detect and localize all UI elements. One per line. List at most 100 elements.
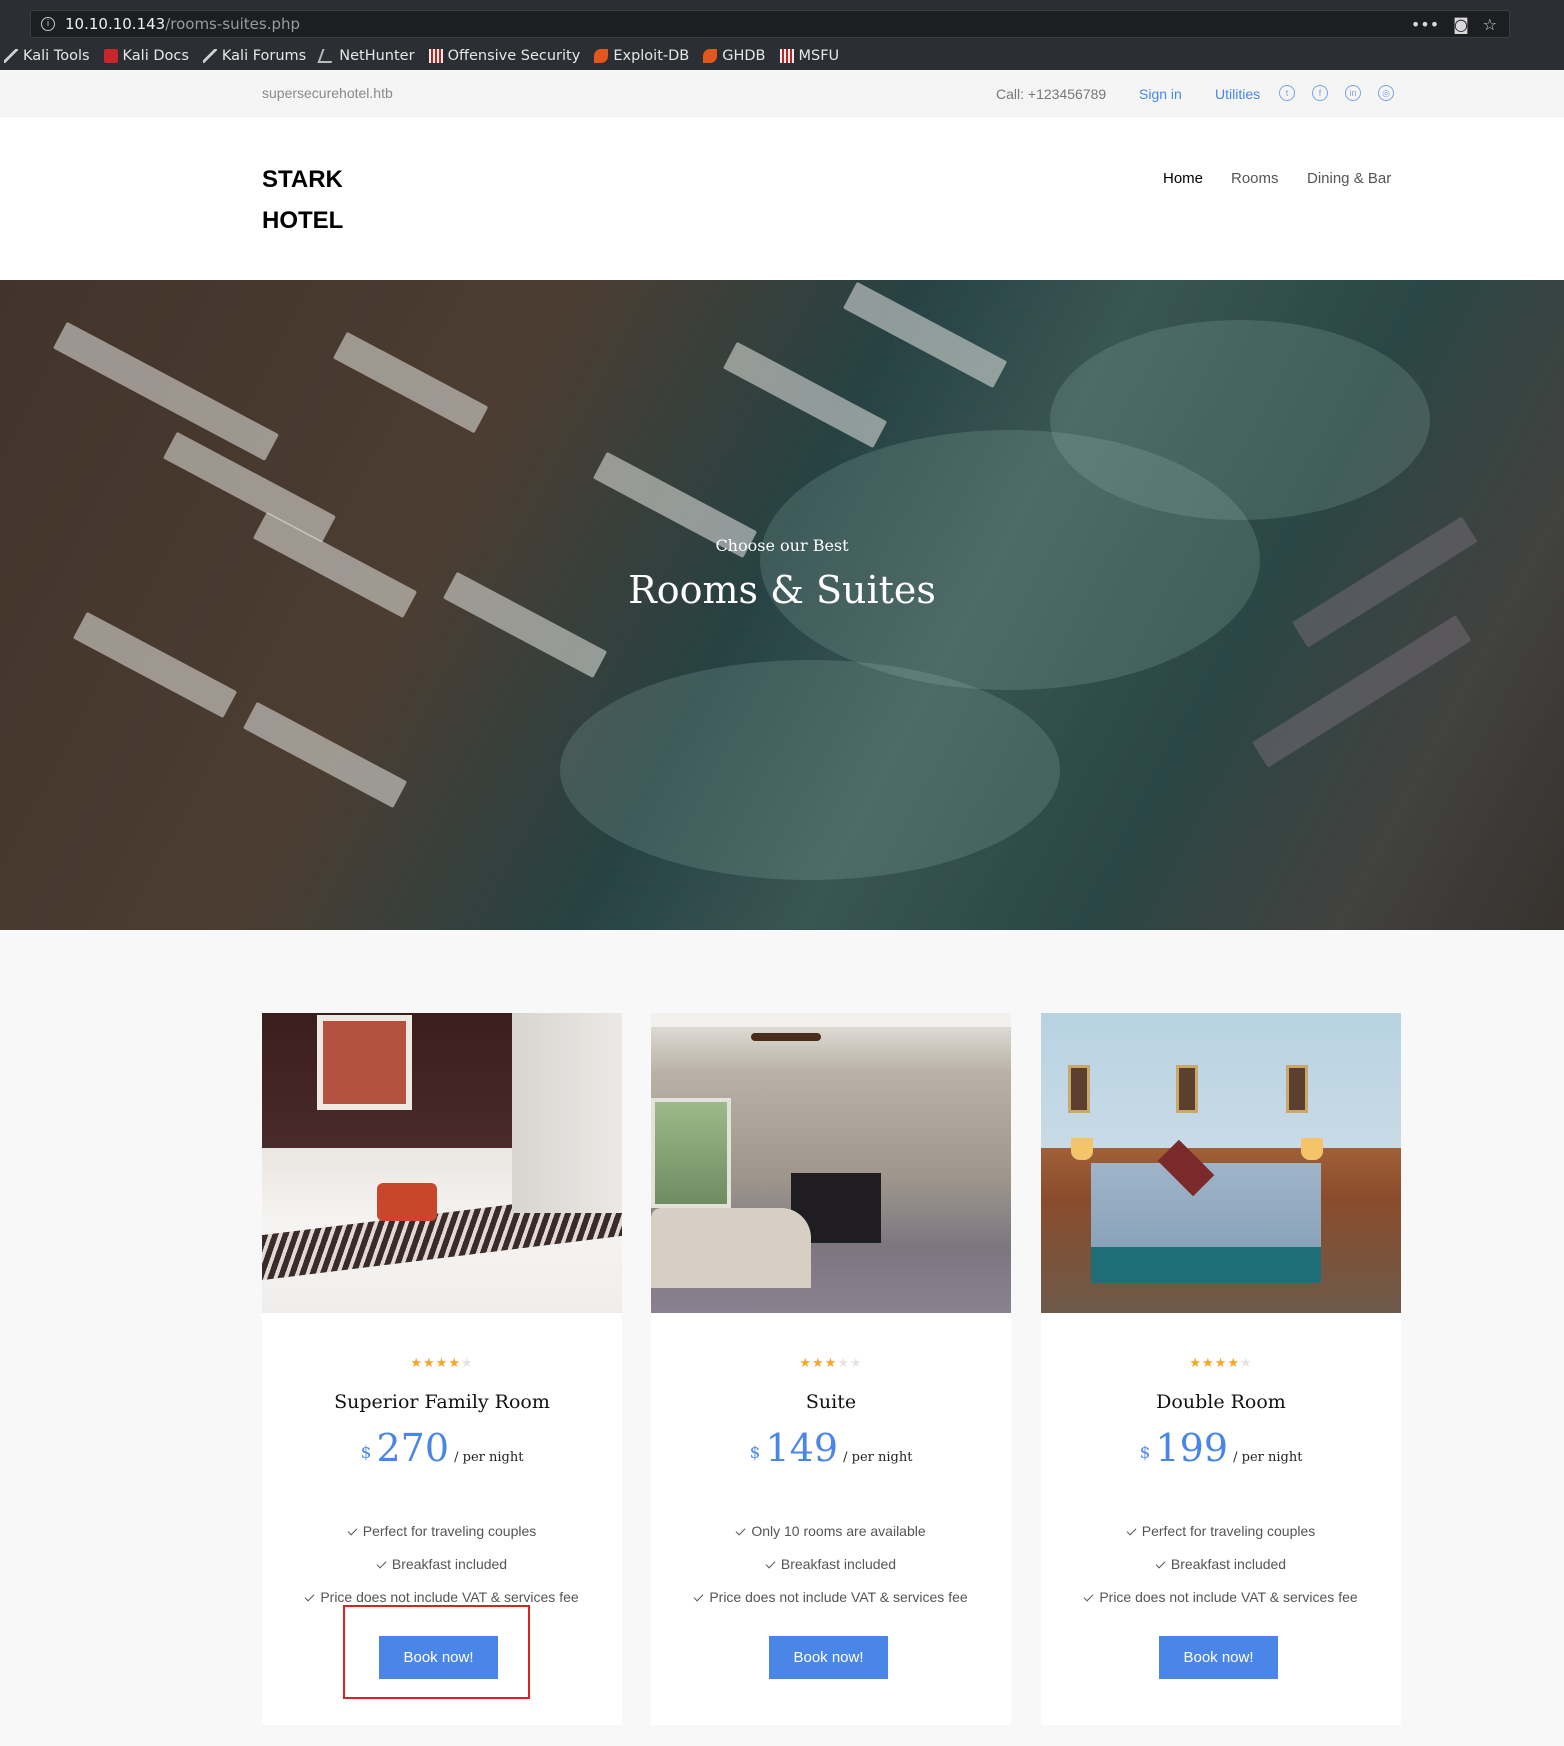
room-photo[interactable] <box>651 1013 1011 1313</box>
lounger-shape <box>722 341 888 449</box>
site-domain: supersecurehotel.htb <box>262 85 393 101</box>
utilities-link[interactable]: Utilities <box>1215 86 1260 102</box>
phone-number: Call: +123456789 <box>996 86 1107 102</box>
pool-water-shape <box>560 660 1060 880</box>
star-rating: ★★★★★ <box>410 1356 474 1371</box>
bookmark-kali-forums[interactable]: Kali Forums <box>202 48 306 64</box>
price-amount: 199 <box>1155 1426 1229 1470</box>
star-rating: ★★★★★ <box>799 1356 863 1371</box>
window-shape <box>651 1098 731 1208</box>
nav-dining-bar[interactable]: Dining & Bar <box>1307 170 1391 187</box>
feature-item: Breakfast included <box>262 1556 622 1572</box>
url-path: /rooms-suites.php <box>165 15 301 33</box>
wall-frame-shape <box>1176 1065 1198 1113</box>
hero-title: Rooms & Suites <box>628 568 936 612</box>
price-amount: 149 <box>765 1426 839 1470</box>
check-icon <box>376 1558 387 1569</box>
wall-frame-shape <box>1068 1065 1090 1113</box>
bookmark-msfu[interactable]: MSFU <box>779 48 839 64</box>
browser-chrome: i 10.10.10.143/rooms-suites.php ••• ◙ ☆ … <box>0 0 1564 70</box>
bookmark-exploit-db[interactable]: Exploit-DB <box>594 48 689 64</box>
logo-line-1: STARK <box>262 166 343 193</box>
bookmark-ghdb[interactable]: GHDB <box>703 48 766 64</box>
bookmark-star-icon[interactable]: ☆ <box>1483 15 1497 34</box>
room-card-suite: ★★★★★ Suite $ 149 / per night Only 10 ro… <box>651 1013 1011 1725</box>
price-amount: 270 <box>376 1426 450 1470</box>
exploit-db-icon <box>594 49 609 63</box>
feature-item: Perfect for traveling couples <box>1041 1523 1401 1539</box>
kali-icon <box>202 49 217 63</box>
offsec-icon <box>428 49 443 63</box>
book-now-button[interactable]: Book now! <box>769 1636 888 1679</box>
site-info-icon[interactable]: i <box>41 17 55 31</box>
check-icon <box>1126 1525 1137 1536</box>
bookmark-offensive-security[interactable]: Offensive Security <box>428 48 580 64</box>
lounger-shape <box>242 701 408 809</box>
address-bar[interactable]: i 10.10.10.143/rooms-suites.php ••• ◙ ☆ <box>30 10 1510 38</box>
pool-water-shape <box>1050 320 1430 520</box>
logo-line-2: HOTEL <box>262 207 344 234</box>
pillow-shape <box>377 1183 437 1221</box>
feature-item: Perfect for traveling couples <box>262 1523 622 1539</box>
lounger-shape <box>1252 615 1472 768</box>
hero-subtitle: Choose our Best <box>715 536 849 555</box>
docs-icon <box>103 49 118 63</box>
check-icon <box>765 1558 776 1569</box>
room-price: $ 270 / per night <box>360 1426 524 1470</box>
check-icon <box>735 1525 746 1536</box>
kali-icon <box>4 49 18 63</box>
instagram-icon[interactable]: ◎ <box>1378 85 1394 101</box>
check-icon <box>1155 1558 1166 1569</box>
feature-item: Price does not include VAT & services fe… <box>651 1589 1011 1605</box>
check-icon <box>1083 1591 1094 1602</box>
bookmark-nethunter[interactable]: NetHunter <box>317 48 415 64</box>
nav-home[interactable]: Home <box>1163 170 1203 187</box>
site-logo[interactable]: STARK HOTEL <box>262 159 382 241</box>
room-price: $ 149 / per night <box>749 1426 913 1470</box>
wall-art-shape <box>317 1015 412 1110</box>
url-host: 10.10.10.143 <box>65 15 166 33</box>
book-now-button[interactable]: Book now! <box>1159 1636 1278 1679</box>
lamp-shape <box>1071 1138 1093 1160</box>
hero-banner: Choose our Best Rooms & Suites <box>0 280 1564 930</box>
twitter-icon[interactable]: t <box>1279 85 1295 101</box>
room-name: Superior Family Room <box>334 1391 550 1413</box>
feature-item: Price does not include VAT & services fe… <box>1041 1589 1401 1605</box>
check-icon <box>693 1591 704 1602</box>
top-info-bar: supersecurehotel.htb Call: +123456789 Si… <box>0 70 1564 117</box>
lounger-shape <box>72 611 238 719</box>
page-actions-icon[interactable]: ••• <box>1411 15 1439 34</box>
wall-frame-shape <box>1286 1065 1308 1113</box>
room-card-double: ★★★★★ Double Room $ 199 / per night Perf… <box>1041 1013 1401 1725</box>
check-icon <box>304 1591 315 1602</box>
nav-rooms[interactable]: Rooms <box>1231 170 1279 187</box>
lounger-shape <box>842 281 1008 389</box>
room-price: $ 199 / per night <box>1139 1426 1303 1470</box>
room-photo[interactable] <box>262 1013 622 1313</box>
lamp-shape <box>1301 1138 1323 1160</box>
lounger-shape <box>52 321 279 461</box>
ghdb-icon <box>703 49 718 63</box>
bookmark-kali-tools[interactable]: Kali Tools <box>4 48 90 64</box>
highlight-box <box>343 1605 530 1699</box>
ceiling-shape <box>651 1013 1011 1027</box>
bookmarks-toolbar: Kali Tools Kali Docs Kali Forums NetHunt… <box>0 44 853 68</box>
pocket-icon[interactable]: ◙ <box>1453 15 1469 34</box>
linkedin-icon[interactable]: in <box>1345 85 1361 101</box>
star-rating: ★★★★★ <box>1189 1356 1253 1371</box>
facebook-icon[interactable]: f <box>1312 85 1328 101</box>
msfu-icon <box>779 49 794 63</box>
bed-shape <box>651 1208 811 1288</box>
lounger-shape <box>332 331 489 434</box>
wall-panel-shape <box>512 1013 622 1213</box>
room-photo[interactable] <box>1041 1013 1401 1313</box>
check-icon <box>347 1525 358 1536</box>
site-header: STARK HOTEL Home Rooms Dining & Bar <box>0 117 1564 280</box>
ceiling-fan-shape <box>751 1033 821 1041</box>
bookmark-kali-docs[interactable]: Kali Docs <box>103 48 189 64</box>
sign-in-link[interactable]: Sign in <box>1139 86 1182 102</box>
feature-item: Breakfast included <box>1041 1556 1401 1572</box>
feature-item: Breakfast included <box>651 1556 1011 1572</box>
feature-item: Only 10 rooms are available <box>651 1523 1011 1539</box>
room-name: Double Room <box>1156 1391 1286 1413</box>
